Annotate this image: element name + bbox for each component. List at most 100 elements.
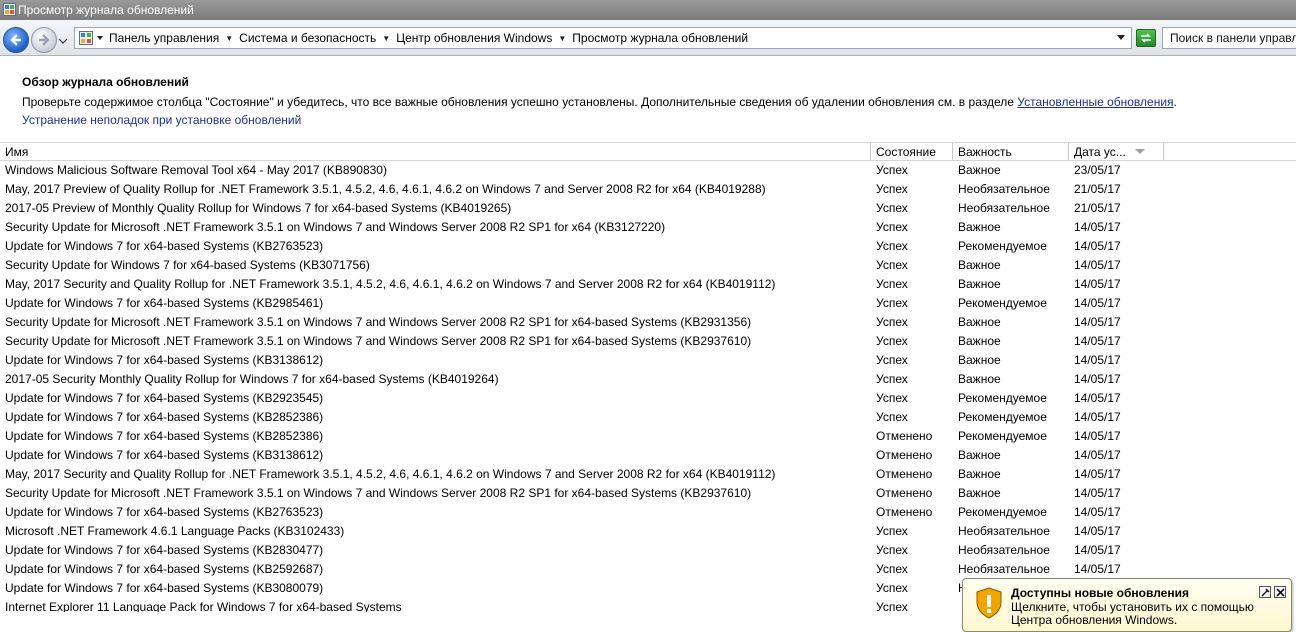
cell-importance: Важное	[958, 277, 1001, 291]
column-header-date[interactable]: Дата ус...	[1069, 143, 1164, 161]
breadcrumb: Панель управления ▼ Система и безопасность…	[109, 30, 748, 47]
cell-importance: Важное	[958, 258, 1001, 272]
table-row[interactable]: May, 2017 Security and Quality Rollup fo…	[0, 465, 1296, 484]
forward-button[interactable]	[31, 27, 57, 53]
table-row[interactable]: Update for Windows 7 for x64-based Syste…	[0, 446, 1296, 465]
list-header: Имя Состояние Важность Дата ус...	[0, 142, 1296, 161]
cell-importance: Необязательное	[958, 201, 1050, 215]
cell-status: Успех	[876, 410, 908, 424]
table-row[interactable]: Windows Malicious Software Removal Tool …	[0, 161, 1296, 180]
table-row[interactable]: Update for Windows 7 for x64-based Syste…	[0, 389, 1296, 408]
cell-status: Успех	[876, 543, 908, 557]
cell-name: Windows Malicious Software Removal Tool …	[5, 163, 387, 177]
cell-status: Отменено	[876, 505, 933, 519]
refresh-icon	[1141, 33, 1151, 43]
column-header-importance[interactable]: Важность	[953, 143, 1069, 161]
cell-date: 14/05/17	[1074, 543, 1121, 557]
breadcrumb-update-history[interactable]: Просмотр журнала обновлений	[572, 31, 748, 45]
cell-name: 2017-05 Preview of Monthly Quality Rollu…	[5, 201, 512, 215]
cell-date: 14/05/17	[1074, 486, 1121, 500]
cell-date: 14/05/17	[1074, 467, 1121, 481]
troubleshoot-link[interactable]: Устранение неполадок при установке обнов…	[22, 113, 301, 127]
cell-name: Internet Explorer 11 Language Pack for W…	[5, 600, 402, 612]
cell-date: 14/05/17	[1074, 410, 1121, 424]
recent-pages-dropdown-icon[interactable]	[58, 36, 68, 46]
installed-updates-link[interactable]: Установленные обновления	[1017, 95, 1173, 109]
cell-name: Security Update for Microsoft .NET Frame…	[5, 486, 752, 500]
cell-importance: Необязательное	[958, 543, 1050, 557]
cell-status: Успех	[876, 600, 908, 612]
cell-name: Security Update for Microsoft .NET Frame…	[5, 334, 752, 348]
table-row[interactable]: Update for Windows 7 for x64-based Syste…	[0, 427, 1296, 446]
table-row[interactable]: Microsoft .NET Framework 4.6.1 Language …	[0, 522, 1296, 541]
table-row[interactable]: Security Update for Microsoft .NET Frame…	[0, 484, 1296, 503]
warning-shield-icon	[976, 587, 1002, 619]
column-header-status[interactable]: Состояние	[871, 143, 953, 161]
cell-date: 14/05/17	[1074, 334, 1121, 348]
notification-close-button[interactable]	[1274, 586, 1286, 598]
table-row[interactable]: Security Update for Windows 7 for x64-ba…	[0, 256, 1296, 275]
cell-status: Успех	[876, 334, 908, 348]
table-row[interactable]: Security Update for Microsoft .NET Frame…	[0, 218, 1296, 237]
table-row[interactable]: 2017-05 Preview of Monthly Quality Rollu…	[0, 199, 1296, 218]
back-button[interactable]	[3, 27, 29, 53]
table-row[interactable]: May, 2017 Security and Quality Rollup fo…	[0, 275, 1296, 294]
description-end: .	[1173, 95, 1177, 109]
table-row[interactable]: May, 2017 Preview of Quality Rollup for …	[0, 180, 1296, 199]
address-dropdown-icon[interactable]	[1117, 35, 1125, 41]
cell-importance: Рекомендуемое	[958, 505, 1047, 519]
cell-name: Update for Windows 7 for x64-based Syste…	[5, 581, 324, 595]
breadcrumb-windows-update[interactable]: Центр обновления Windows	[396, 31, 552, 45]
close-icon	[1276, 588, 1285, 597]
cell-name: Security Update for Windows 7 for x64-ba…	[5, 258, 370, 272]
table-row[interactable]: Update for Windows 7 for x64-based Syste…	[0, 294, 1296, 313]
cell-name: May, 2017 Security and Quality Rollup fo…	[5, 467, 776, 481]
column-header-name[interactable]: Имя	[0, 143, 871, 161]
cell-importance: Важное	[958, 448, 1001, 462]
table-row[interactable]: Update for Windows 7 for x64-based Syste…	[0, 237, 1296, 256]
refresh-button[interactable]	[1136, 29, 1156, 47]
cell-date: 14/05/17	[1074, 448, 1121, 462]
cell-name: 2017-05 Security Monthly Quality Rollup …	[5, 372, 499, 386]
cell-status: Успех	[876, 391, 908, 405]
cell-status: Успех	[876, 258, 908, 272]
search-input[interactable]: Поиск в панели управления	[1162, 27, 1296, 49]
cell-status: Успех	[876, 220, 908, 234]
breadcrumb-root-arrow-icon[interactable]	[97, 35, 103, 41]
cell-status: Успех	[876, 182, 908, 196]
table-row[interactable]: Update for Windows 7 for x64-based Syste…	[0, 351, 1296, 370]
table-row[interactable]: Update for Windows 7 for x64-based Syste…	[0, 541, 1296, 560]
cell-name: Security Update for Microsoft .NET Frame…	[5, 220, 666, 234]
forward-arrow-icon	[39, 34, 50, 46]
breadcrumb-separator-icon[interactable]: ▼	[225, 31, 233, 47]
cell-date: 14/05/17	[1074, 524, 1121, 538]
table-row[interactable]: Security Update for Microsoft .NET Frame…	[0, 332, 1296, 351]
description-text: Проверьте содержимое столбца "Состояние"…	[22, 95, 1018, 109]
cell-importance: Важное	[958, 467, 1001, 481]
page-description: Проверьте содержимое столбца "Состояние"…	[22, 95, 1177, 109]
table-row[interactable]: Update for Windows 7 for x64-based Syste…	[0, 560, 1296, 579]
table-row[interactable]: Update for Windows 7 for x64-based Syste…	[0, 408, 1296, 427]
notification-title: Доступны новые обновления	[1011, 586, 1189, 600]
table-row[interactable]: 2017-05 Security Monthly Quality Rollup …	[0, 370, 1296, 389]
cell-date: 14/05/17	[1074, 391, 1121, 405]
cell-status: Успех	[876, 296, 908, 310]
address-box[interactable]: Панель управления ▼ Система и безопасность…	[74, 27, 1132, 49]
update-history-list[interactable]: Имя Состояние Важность Дата ус... Window…	[0, 142, 1296, 612]
window-title-bar[interactable]: Просмотр журнала обновлений	[0, 0, 1296, 20]
table-row[interactable]: Security Update for Microsoft .NET Frame…	[0, 313, 1296, 332]
notification-balloon[interactable]: Доступны новые обновления Щелкните, чтоб…	[962, 578, 1292, 632]
cell-importance: Важное	[958, 315, 1001, 329]
breadcrumb-system-security[interactable]: Система и безопасность	[239, 31, 376, 45]
cell-status: Успех	[876, 239, 908, 253]
breadcrumb-separator-icon[interactable]: ▼	[382, 31, 390, 47]
notification-options-button[interactable]	[1259, 586, 1271, 598]
table-row[interactable]: Update for Windows 7 for x64-based Syste…	[0, 503, 1296, 522]
cell-status: Успех	[876, 562, 908, 576]
breadcrumb-control-panel[interactable]: Панель управления	[109, 31, 219, 45]
cell-name: May, 2017 Preview of Quality Rollup for …	[5, 182, 766, 196]
breadcrumb-separator-icon[interactable]: ▼	[558, 31, 566, 47]
cell-importance: Рекомендуемое	[958, 429, 1047, 443]
cell-status: Успех	[876, 581, 908, 595]
cell-date: 21/05/17	[1074, 201, 1121, 215]
